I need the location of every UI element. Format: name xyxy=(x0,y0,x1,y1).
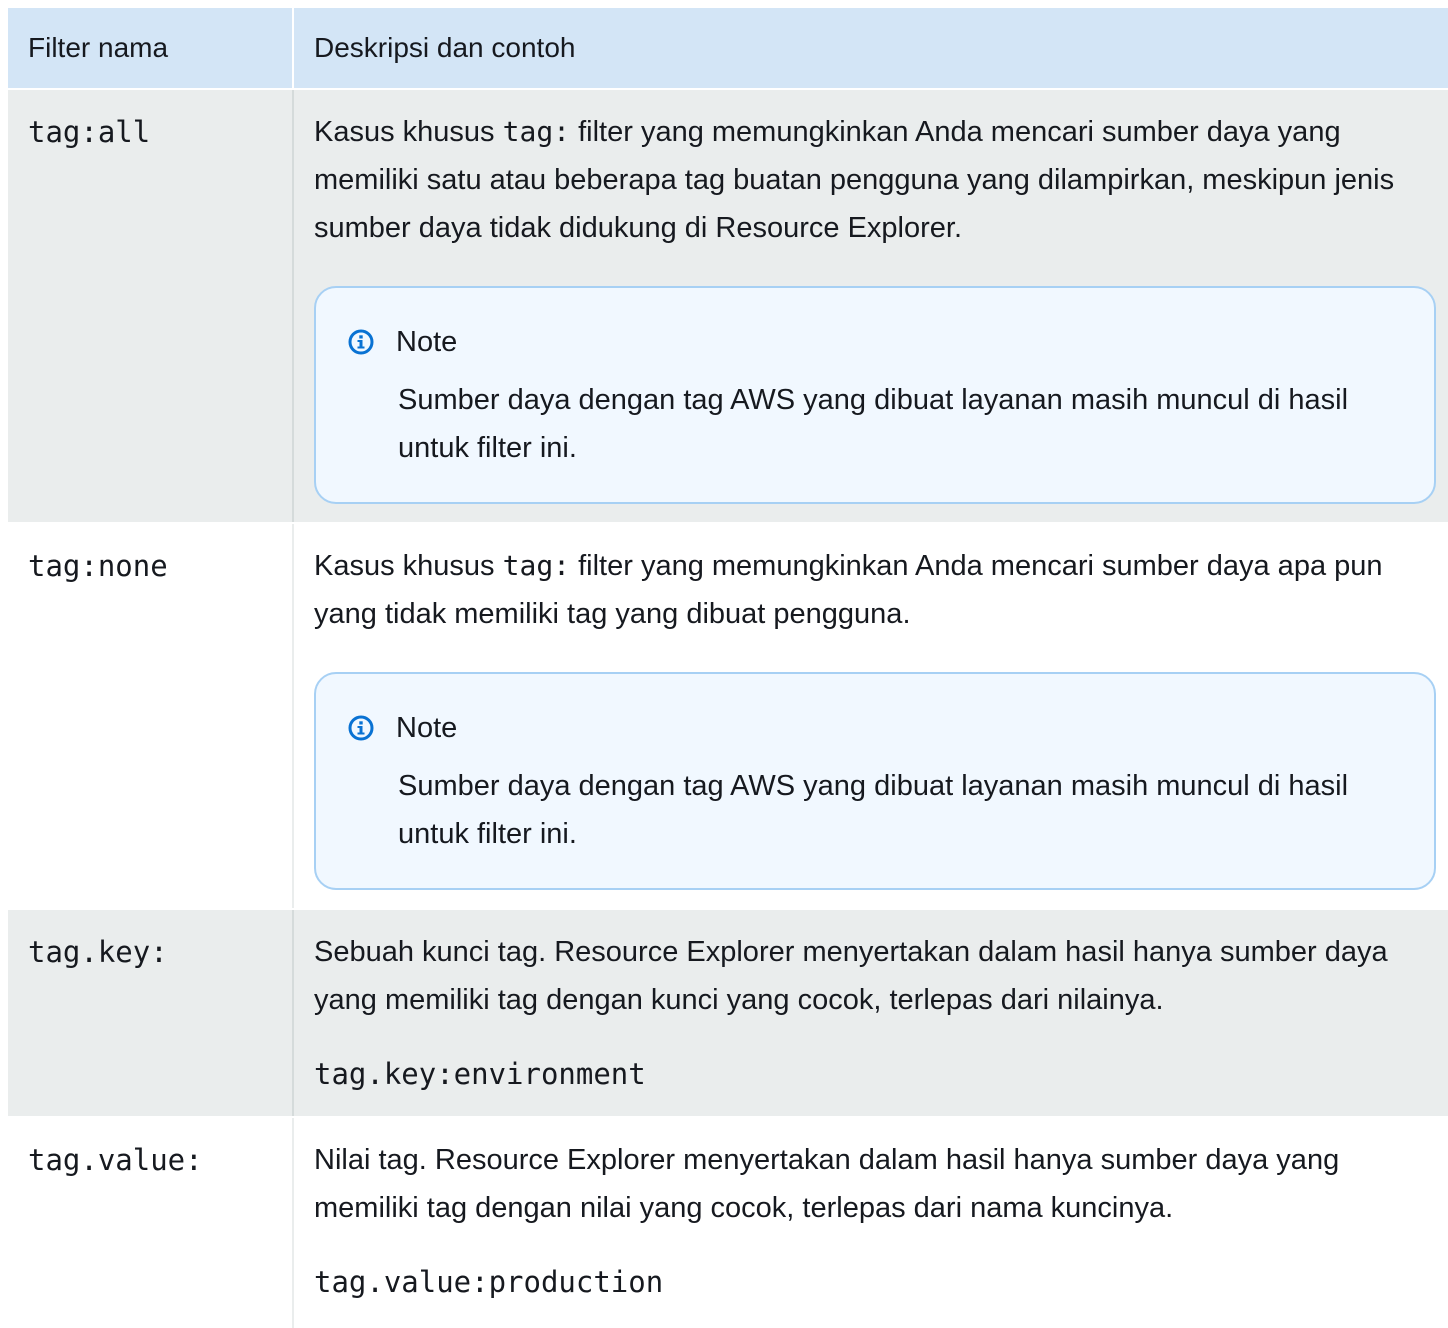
filter-name-cell: tag.value: xyxy=(8,1118,294,1328)
filter-name-cell: tag:all xyxy=(8,90,294,522)
table-row: tag.key: Sebuah kunci tag. Resource Expl… xyxy=(8,910,1448,1118)
inline-code: tag: xyxy=(502,549,571,582)
description-text-before: Kasus khusus xyxy=(314,550,503,582)
table-row: tag:none Kasus khusus tag: filter yang m… xyxy=(8,524,1448,910)
description-text: Kasus khusus tag: filter yang memungkink… xyxy=(314,542,1448,638)
description-cell: Kasus khusus tag: filter yang memungkink… xyxy=(294,90,1448,522)
note-title: Note xyxy=(396,325,458,358)
inline-code: tag: xyxy=(502,115,571,148)
filter-name-cell: tag.key: xyxy=(8,910,294,1116)
description-cell: Kasus khusus tag: filter yang memungkink… xyxy=(294,524,1448,908)
info-icon xyxy=(348,329,374,355)
header-description: Deskripsi dan contoh xyxy=(314,32,576,63)
note-title: Note xyxy=(396,711,458,744)
filter-table: Filter nama Deskripsi dan contoh tag:all… xyxy=(8,8,1448,1328)
description-cell: Nilai tag. Resource Explorer menyertakan… xyxy=(294,1118,1448,1328)
example-code: tag.key:environment xyxy=(314,1057,646,1091)
description-text-before: Kasus khusus xyxy=(314,116,503,148)
note-callout: Note Sumber daya dengan tag AWS yang dib… xyxy=(314,672,1436,890)
table-header-row: Filter nama Deskripsi dan contoh xyxy=(8,8,1448,90)
note-text: Sumber daya dengan tag AWS yang dibuat l… xyxy=(398,384,1349,464)
table-row: tag:all Kasus khusus tag: filter yang me… xyxy=(8,90,1448,524)
example-code: tag.value:production xyxy=(314,1265,664,1299)
table-row: tag.value: Nilai tag. Resource Explorer … xyxy=(8,1118,1448,1328)
note-header: Note xyxy=(348,318,1394,366)
header-filter-name: Filter nama xyxy=(8,8,294,88)
filter-name-cell: tag:none xyxy=(8,524,294,908)
note-callout: Note Sumber daya dengan tag AWS yang dib… xyxy=(314,286,1436,504)
info-icon xyxy=(348,715,374,741)
description-text: Sebuah kunci tag. Resource Explorer meny… xyxy=(314,936,1388,1016)
note-header: Note xyxy=(348,704,1394,752)
note-text: Sumber daya dengan tag AWS yang dibuat l… xyxy=(398,770,1349,850)
description-text: Nilai tag. Resource Explorer menyertakan… xyxy=(314,1144,1340,1224)
description-cell: Sebuah kunci tag. Resource Explorer meny… xyxy=(294,910,1448,1116)
description-text: Kasus khusus tag: filter yang memungkink… xyxy=(314,108,1448,252)
